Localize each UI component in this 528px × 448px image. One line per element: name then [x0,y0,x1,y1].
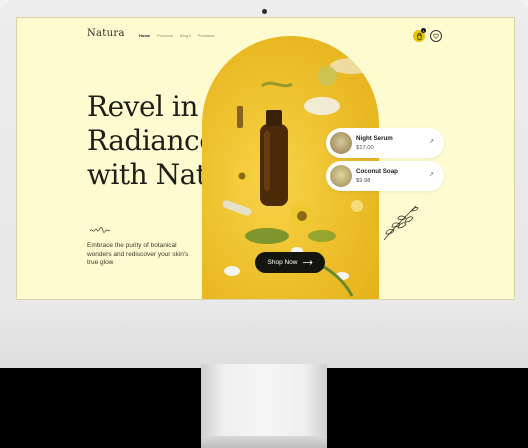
arrow-up-right-icon: ↗ [428,139,434,145]
leaf-branch-icon [383,205,419,241]
camera-icon [262,9,267,14]
wishlist-button[interactable] [430,30,442,42]
heart-icon [433,33,439,39]
monitor-stand-foot [201,436,327,448]
chevron-down-icon: ▾ [188,34,191,38]
shopping-bag-icon [416,32,422,40]
shop-now-button[interactable]: Shop Now [255,252,325,273]
nav-item-purchase[interactable]: Purchase [198,33,215,38]
arrow-up-right-icon: ↗ [428,172,434,178]
site-logo[interactable]: Natura [87,28,125,39]
monitor-chin [0,300,528,368]
product-price: $9.98 [356,178,371,184]
product-thumbnail [330,132,352,154]
nav-item-blog-label: Blog [179,33,188,38]
product-price: $17.00 [356,145,374,151]
main-nav: Home Products Blog▾ Purchase [139,33,215,38]
arrow-right-icon [302,260,313,265]
shop-now-label: Shop Now [267,259,298,266]
product-name: Coconut Soap [356,168,398,175]
nav-item-home[interactable]: Home [139,33,150,38]
product-card-night-serum[interactable]: Night Serum $17.00 ↗ [326,128,444,158]
product-name: Night Serum [356,135,393,142]
cart-count-badge: 1 [421,28,426,33]
product-thumbnail [330,165,352,187]
nav-item-products[interactable]: Products [157,33,173,38]
signature-scribble [89,227,111,233]
nav-item-blog[interactable]: Blog▾ [180,33,191,38]
product-card-coconut-soap[interactable]: Coconut Soap $9.98 ↗ [326,161,444,191]
hero-description: Embrace the purity of botanical wonders … [87,242,189,266]
website-screen: Natura Home Products Blog▾ Purchase 1 Re… [16,17,515,300]
